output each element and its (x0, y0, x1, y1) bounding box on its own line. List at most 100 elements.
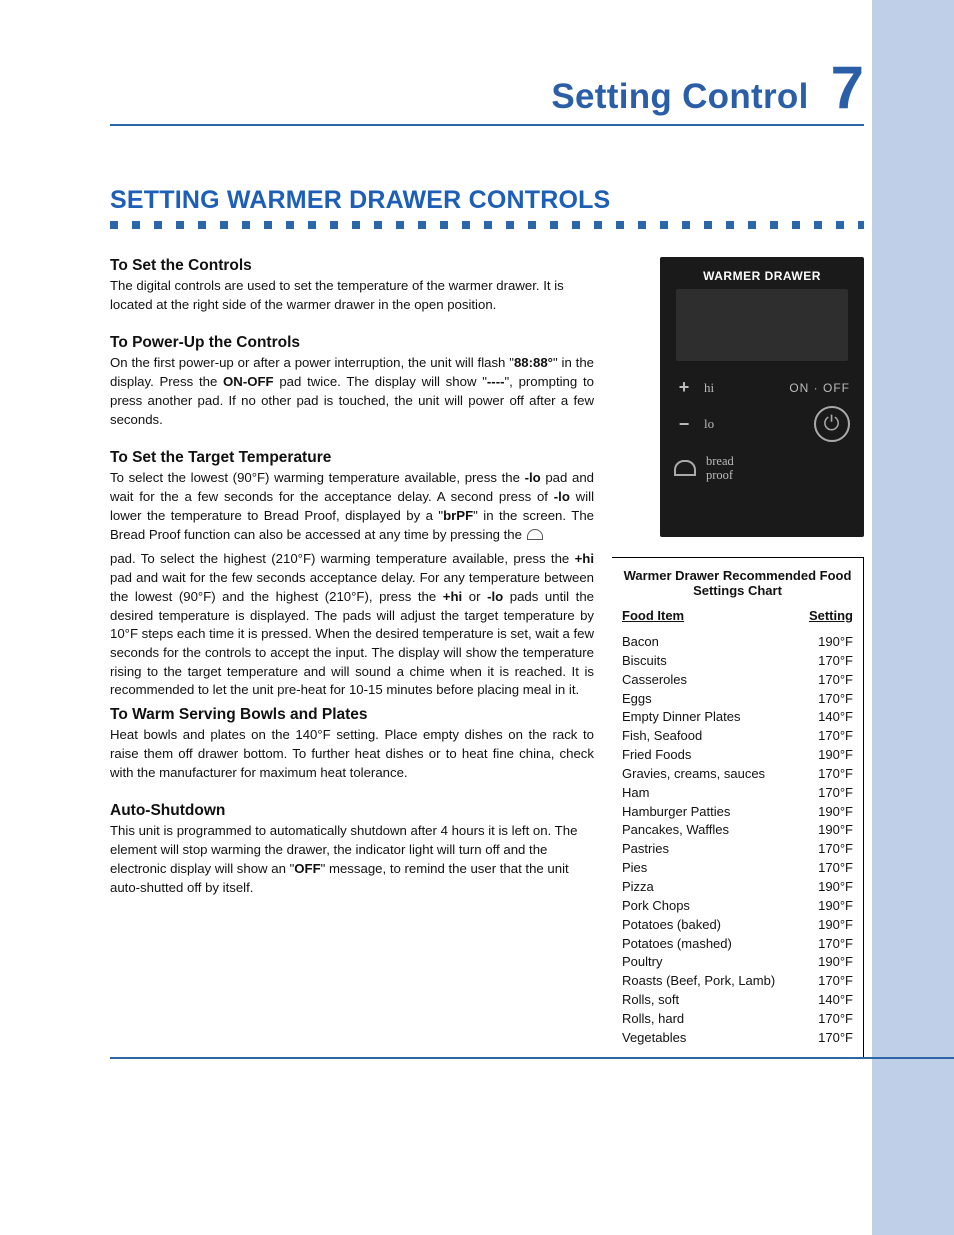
table-row: Pizza190°F (622, 878, 853, 897)
dot (858, 221, 864, 229)
page-body: Setting Control 7 SETTING WARMER DRAWER … (0, 0, 954, 1099)
panel-display (676, 289, 848, 361)
dot (198, 221, 206, 229)
section-heading: SETTING WARMER DRAWER CONTROLS (110, 186, 864, 215)
text: On the first power-up or after a power i… (110, 355, 514, 370)
body-target-temp-1: To select the lowest (90°F) warming temp… (110, 469, 594, 544)
chapter-number: 7 (831, 58, 864, 118)
food-name: Hamburger Patties (622, 803, 730, 822)
dot (440, 221, 448, 229)
food-name: Rolls, hard (622, 1010, 684, 1029)
table-row: Pork Chops190°F (622, 897, 853, 916)
chapter-title: Setting Control (551, 77, 808, 117)
dot (462, 221, 470, 229)
dot (176, 221, 184, 229)
narrow-block: To Warm Serving Bowls and Plates Heat bo… (110, 706, 594, 897)
text-bold: ON-OFF (223, 374, 274, 389)
food-name: Vegetables (622, 1029, 686, 1048)
text-bold: +hi (443, 589, 462, 604)
table-row: Bacon190°F (622, 633, 853, 652)
text: or (462, 589, 487, 604)
food-setting: 190°F (818, 821, 853, 840)
food-setting: 170°F (818, 1010, 853, 1029)
food-name: Empty Dinner Plates (622, 708, 741, 727)
food-setting: 170°F (818, 972, 853, 991)
food-setting: 170°F (818, 1029, 853, 1048)
body-warm-bowls: Heat bowls and plates on the 140°F setti… (110, 726, 594, 782)
chart-col-setting: Setting (809, 608, 853, 623)
bottom-rule (110, 1057, 954, 1059)
food-setting: 190°F (818, 916, 853, 935)
text-bold: OFF (294, 861, 320, 876)
food-name: Gravies, creams, sauces (622, 765, 765, 784)
table-row: Vegetables 170°F (622, 1029, 853, 1048)
food-name: Biscuits (622, 652, 667, 671)
text-bold: -lo (525, 470, 541, 485)
chart-rows: Bacon190°FBiscuits170°FCasseroles170°FEg… (622, 633, 853, 1048)
text-bold: 88:88° (514, 355, 553, 370)
dot (132, 221, 140, 229)
food-settings-chart: Warmer Drawer Recommended Food Settings … (612, 557, 864, 1059)
food-name: Bacon (622, 633, 659, 652)
table-row: Rolls, hard 170°F (622, 1010, 853, 1029)
text-bold: ---- (487, 374, 505, 389)
dotted-rule (110, 221, 864, 229)
content-columns: To Set the Controls The digital controls… (110, 257, 864, 1059)
table-row: Potatoes (baked)190°F (622, 916, 853, 935)
food-name: Rolls, soft (622, 991, 679, 1010)
food-name: Fish, Seafood (622, 727, 702, 746)
dot (374, 221, 382, 229)
section-heading-block: SETTING WARMER DRAWER CONTROLS (110, 186, 864, 229)
dot (286, 221, 294, 229)
dot (154, 221, 162, 229)
dot (418, 221, 426, 229)
dot (242, 221, 250, 229)
dot (396, 221, 404, 229)
food-setting: 170°F (818, 784, 853, 803)
body-auto-shutdown: This unit is programmed to automatically… (110, 822, 594, 897)
table-row: Gravies, creams, sauces170°F (622, 765, 853, 784)
dot (110, 221, 118, 229)
table-row: Poultry190°F (622, 953, 853, 972)
dot (330, 221, 338, 229)
panel-title: WARMER DRAWER (674, 269, 850, 283)
chart-col-food: Food Item (622, 608, 684, 623)
panel-row-lo: − lo ⏻ (674, 406, 850, 442)
dot (726, 221, 734, 229)
heading-target-temp: To Set the Target Temperature (110, 449, 594, 467)
panel-lo-label: lo (704, 416, 714, 432)
food-setting: 170°F (818, 859, 853, 878)
dot (594, 221, 602, 229)
heading-auto-shutdown: Auto-Shutdown (110, 802, 594, 820)
dot (682, 221, 690, 229)
dot (836, 221, 844, 229)
table-row: Rolls, soft140°F (622, 991, 853, 1010)
food-setting: 190°F (818, 897, 853, 916)
food-name: Eggs (622, 690, 652, 709)
table-row: Casseroles170°F (622, 671, 853, 690)
body-power-up: On the first power-up or after a power i… (110, 354, 594, 429)
dot (528, 221, 536, 229)
food-name: Pies (622, 859, 647, 878)
text: To select the lowest (90°F) warming temp… (110, 470, 525, 485)
minus-icon: − (674, 414, 694, 435)
panel-breadproof-row: bread proof (674, 454, 850, 483)
food-setting: 190°F (818, 878, 853, 897)
dot (550, 221, 558, 229)
panel-power-button: ⏻ (814, 406, 850, 442)
text: pad. To select the highest (210°F) warmi… (110, 551, 575, 566)
table-row: Fish, Seafood170°F (622, 727, 853, 746)
table-row: Fried Foods190°F (622, 746, 853, 765)
dot (506, 221, 514, 229)
dot (572, 221, 580, 229)
dot (220, 221, 228, 229)
panel-onoff-label: ON · OFF (789, 381, 850, 395)
dot (770, 221, 778, 229)
dot (704, 221, 712, 229)
food-name: Pancakes, Waffles (622, 821, 729, 840)
table-row: Empty Dinner Plates140°F (622, 708, 853, 727)
food-name: Potatoes (mashed) (622, 935, 732, 954)
food-setting: 170°F (818, 840, 853, 859)
dot (308, 221, 316, 229)
food-name: Casseroles (622, 671, 687, 690)
